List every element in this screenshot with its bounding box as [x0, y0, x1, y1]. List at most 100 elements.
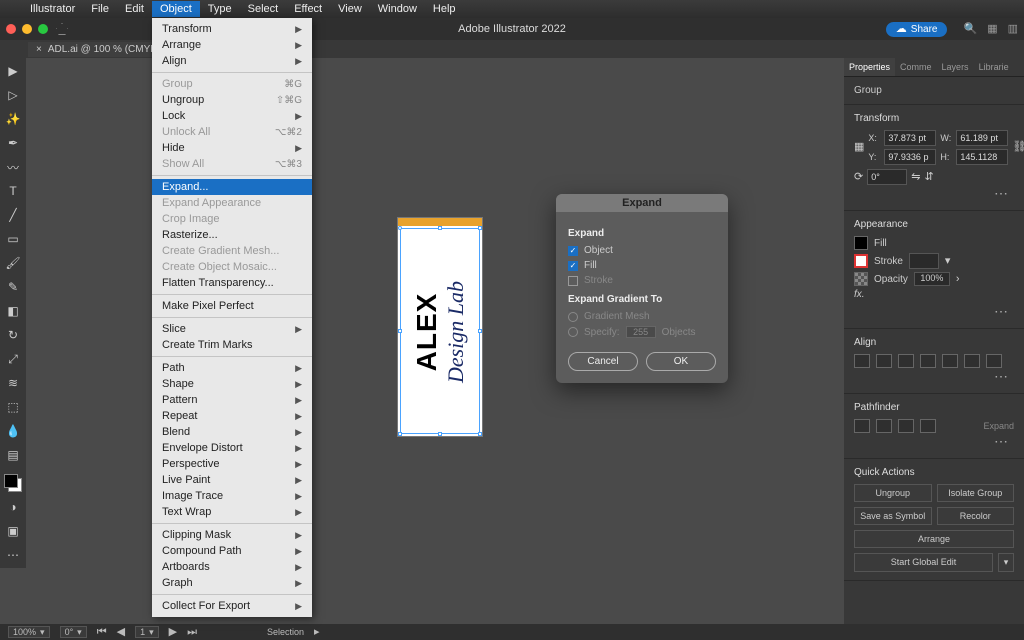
menu-item-make-pixel-perfect[interactable]: Make Pixel Perfect — [152, 298, 312, 314]
menu-file[interactable]: File — [83, 1, 117, 17]
handle-br[interactable] — [478, 432, 482, 436]
opacity-input[interactable]: 100% — [914, 272, 950, 286]
opacity-arrow-icon[interactable]: › — [956, 274, 960, 285]
align-bottom-icon[interactable] — [964, 354, 980, 368]
tab-comments[interactable]: Comme — [895, 58, 937, 76]
tab-layers[interactable]: Layers — [937, 58, 974, 76]
menu-item-create-trim-marks[interactable]: Create Trim Marks — [152, 337, 312, 353]
menu-item-flatten-transparency-[interactable]: Flatten Transparency... — [152, 275, 312, 291]
stroke-weight-stepper-icon[interactable]: ▾ — [945, 256, 951, 267]
screen-mode-icon[interactable]: ▣ — [4, 522, 22, 540]
rotate-input[interactable] — [867, 169, 907, 185]
fill-swatch[interactable] — [854, 236, 868, 250]
menu-window[interactable]: Window — [370, 1, 425, 17]
eyedropper-tool[interactable]: 💧 — [4, 422, 22, 440]
pf-exclude-icon[interactable] — [920, 419, 936, 433]
handle-mr[interactable] — [478, 329, 482, 333]
tab-close-icon[interactable]: × — [36, 44, 42, 55]
align-hcenter-icon[interactable] — [876, 354, 892, 368]
draw-mode-icon[interactable]: ◑ — [4, 498, 22, 516]
y-input[interactable] — [884, 149, 936, 165]
search-icon[interactable]: 🔍 — [963, 24, 977, 35]
eraser-tool[interactable]: ◧ — [4, 302, 22, 320]
menu-illustrator[interactable]: Illustrator — [22, 1, 83, 17]
minimize-window-icon[interactable] — [22, 24, 32, 34]
transform-more-icon[interactable]: ⋯ — [854, 185, 1014, 202]
menu-item-slice[interactable]: Slice▶ — [152, 321, 312, 337]
pf-minus-front-icon[interactable] — [876, 419, 892, 433]
menu-item-clipping-mask[interactable]: Clipping Mask▶ — [152, 527, 312, 543]
selection-tool[interactable]: ▶ — [4, 62, 22, 80]
align-to-icon[interactable] — [986, 354, 1002, 368]
zoom-window-icon[interactable] — [38, 24, 48, 34]
pf-expand-button[interactable]: Expand — [983, 421, 1014, 431]
handle-bl[interactable] — [398, 432, 402, 436]
menu-item-path[interactable]: Path▶ — [152, 360, 312, 376]
prev-artboard-icon[interactable]: ◀ — [117, 627, 125, 638]
pf-intersect-icon[interactable] — [898, 419, 914, 433]
artboard-nav-select[interactable]: 1▾ — [135, 626, 159, 638]
object-checkbox[interactable]: ✓ — [568, 246, 578, 256]
free-transform-tool[interactable]: ⬚ — [4, 398, 22, 416]
line-tool[interactable]: ╱ — [4, 206, 22, 224]
cancel-button[interactable]: Cancel — [568, 352, 638, 371]
curvature-tool[interactable]: 〰 — [4, 158, 22, 176]
selection-bounding-box[interactable] — [400, 228, 480, 434]
stroke-weight-input[interactable] — [909, 253, 939, 269]
recolor-button[interactable]: Recolor — [937, 507, 1015, 525]
tab-libraries[interactable]: Librarie — [974, 58, 1014, 76]
flip-h-icon[interactable]: ⇋ — [911, 172, 920, 183]
align-left-icon[interactable] — [854, 354, 870, 368]
next-artboard-icon[interactable]: ▶ — [169, 627, 177, 638]
reference-point-icon[interactable]: ▦ — [854, 142, 864, 153]
stroke-swatch[interactable] — [854, 254, 868, 268]
menu-item-image-trace[interactable]: Image Trace▶ — [152, 488, 312, 504]
first-artboard-icon[interactable]: ⏮ — [97, 627, 107, 638]
opacity-swatch[interactable] — [854, 272, 868, 286]
fill-stroke-swatch[interactable] — [4, 474, 22, 492]
tab-properties[interactable]: Properties — [844, 58, 895, 76]
menu-item-live-paint[interactable]: Live Paint▶ — [152, 472, 312, 488]
align-more-icon[interactable]: ⋯ — [854, 368, 1014, 385]
menu-item-blend[interactable]: Blend▶ — [152, 424, 312, 440]
menu-effect[interactable]: Effect — [286, 1, 330, 17]
menu-item-collect-for-export[interactable]: Collect For Export▶ — [152, 598, 312, 614]
menu-item-perspective[interactable]: Perspective▶ — [152, 456, 312, 472]
status-arrow-icon[interactable]: ▸ — [314, 627, 320, 638]
menu-type[interactable]: Type — [200, 1, 240, 17]
menu-select[interactable]: Select — [240, 1, 287, 17]
handle-ml[interactable] — [398, 329, 402, 333]
menu-item-compound-path[interactable]: Compound Path▶ — [152, 543, 312, 559]
menu-item-arrange[interactable]: Arrange▶ — [152, 37, 312, 53]
fill-checkbox[interactable]: ✓ — [568, 261, 578, 271]
menu-item-repeat[interactable]: Repeat▶ — [152, 408, 312, 424]
pen-tool[interactable]: ✒ — [4, 134, 22, 152]
flip-v-icon[interactable]: ⇵ — [924, 172, 933, 183]
menu-item-graph[interactable]: Graph▶ — [152, 575, 312, 591]
menu-item-expand-[interactable]: Expand... — [152, 179, 312, 195]
menu-item-lock[interactable]: Lock▶ — [152, 108, 312, 124]
menu-item-shape[interactable]: Shape▶ — [152, 376, 312, 392]
start-global-edit-button[interactable]: Start Global Edit — [854, 553, 993, 572]
paintbrush-tool[interactable]: 🖌 — [4, 254, 22, 272]
ok-button[interactable]: OK — [646, 352, 716, 371]
scale-tool[interactable]: ⤢ — [4, 350, 22, 368]
menu-item-envelope-distort[interactable]: Envelope Distort▶ — [152, 440, 312, 456]
appearance-more-icon[interactable]: ⋯ — [854, 303, 1014, 320]
width-tool[interactable]: ≋ — [4, 374, 22, 392]
handle-tl[interactable] — [398, 226, 402, 230]
rotate-view-select[interactable]: 0°▾ — [60, 626, 87, 638]
menu-item-transform[interactable]: Transform▶ — [152, 21, 312, 37]
workspace-icon[interactable]: ▥ — [1008, 24, 1018, 35]
menu-view[interactable]: View — [330, 1, 370, 17]
close-window-icon[interactable] — [6, 24, 16, 34]
rotate-tool[interactable]: ↻ — [4, 326, 22, 344]
menu-object[interactable]: Object — [152, 1, 200, 17]
ungroup-button[interactable]: Ungroup — [854, 484, 932, 502]
align-top-icon[interactable] — [920, 354, 936, 368]
isolate-group-button[interactable]: Isolate Group — [937, 484, 1015, 502]
shaper-tool[interactable]: ✎ — [4, 278, 22, 296]
share-button[interactable]: ☁Share — [886, 22, 948, 37]
handle-tr[interactable] — [478, 226, 482, 230]
edit-toolbar-icon[interactable]: ⋯ — [4, 546, 22, 564]
